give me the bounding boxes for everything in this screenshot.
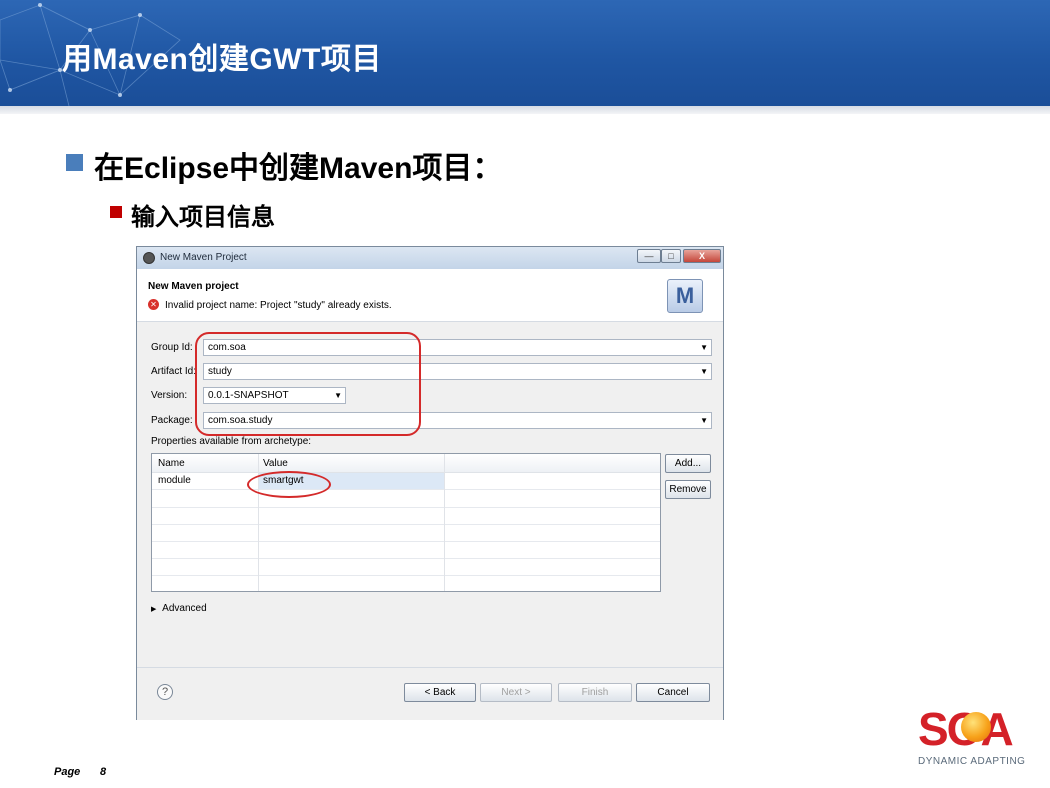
title-banner: 用Maven创建GWT项目 <box>0 0 1050 110</box>
table-row-empty <box>152 575 660 591</box>
remove-property-button[interactable]: Remove <box>665 480 711 499</box>
maven-icon: M <box>667 279 703 313</box>
logo-sun-graphic <box>961 712 991 742</box>
back-button[interactable]: < Back <box>404 683 476 702</box>
annotation-oval-value <box>247 471 331 498</box>
cancel-button[interactable]: Cancel <box>636 683 710 702</box>
chevron-down-icon[interactable]: ▼ <box>700 364 708 379</box>
chevron-down-icon[interactable]: ▼ <box>700 413 708 428</box>
bullet-level-1: 在Eclipse中创建Maven项目： <box>94 152 503 185</box>
bullet-square-icon <box>110 206 122 218</box>
error-icon: ✕ <box>148 299 159 310</box>
artifact-id-label: Artifact Id: <box>151 366 197 377</box>
page-label: Page <box>54 766 81 778</box>
next-button[interactable]: Next > <box>480 683 552 702</box>
table-row-empty <box>152 524 660 542</box>
logo-tagline: DYNAMIC ADAPTING <box>918 756 1026 767</box>
column-header-value[interactable]: Value <box>263 458 288 469</box>
row-name-cell[interactable]: module <box>158 475 191 486</box>
page-number: 8 <box>100 766 107 778</box>
add-property-button[interactable]: Add... <box>665 454 711 473</box>
annotation-oval-form <box>195 332 421 436</box>
table-row-empty <box>152 490 660 508</box>
advanced-label: Advanced <box>162 603 207 614</box>
dialog-title: New Maven Project <box>160 252 247 263</box>
advanced-section-toggle[interactable]: ▶ Advanced <box>151 603 207 614</box>
table-header: Name Value <box>152 454 660 473</box>
slide-title: 用Maven创建GWT项目 <box>62 43 382 76</box>
wizard-footer: ? < Back Next > Finish Cancel <box>137 667 723 720</box>
bullet-level-2: 输入项目信息 <box>131 204 275 231</box>
wizard-header: New Maven project ✕ Invalid project name… <box>137 269 723 322</box>
column-header-name[interactable]: Name <box>158 458 185 469</box>
banner-divider <box>0 106 1050 114</box>
close-button[interactable]: X <box>683 249 721 263</box>
new-maven-project-dialog: New Maven Project — □ X New Maven projec… <box>136 246 724 720</box>
help-icon[interactable]: ? <box>157 684 173 700</box>
finish-button[interactable]: Finish <box>558 683 632 702</box>
wizard-page-title: New Maven project <box>148 281 239 292</box>
package-label: Package: <box>151 415 193 426</box>
table-row[interactable]: module smartgwt <box>152 472 660 490</box>
bullet-square-icon <box>66 154 83 171</box>
column-divider <box>444 454 445 591</box>
properties-table[interactable]: Name Value module smartgwt <box>151 453 661 592</box>
table-row-empty <box>152 507 660 525</box>
eclipse-icon <box>143 252 155 264</box>
dialog-titlebar: New Maven Project — □ X <box>137 247 723 269</box>
table-row-empty <box>152 541 660 559</box>
properties-label: Properties available from archetype: <box>151 436 312 447</box>
version-label: Version: <box>151 390 188 401</box>
chevron-right-icon: ▶ <box>151 606 157 613</box>
maximize-button[interactable]: □ <box>661 249 681 263</box>
table-row-empty <box>152 558 660 576</box>
minimize-button[interactable]: — <box>637 249 661 263</box>
group-id-label: Group Id: <box>151 342 193 353</box>
error-message: Invalid project name: Project "study" al… <box>165 300 392 311</box>
chevron-down-icon[interactable]: ▼ <box>700 340 708 355</box>
soa-logo: SOA DYNAMIC ADAPTING <box>918 704 1030 772</box>
